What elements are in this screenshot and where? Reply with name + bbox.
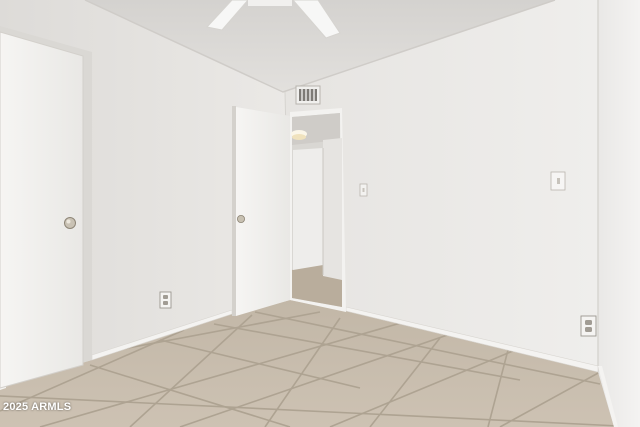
watermark-text: 2025 ARMLS [3,401,72,413]
door-knob-icon[interactable] [236,214,245,223]
closet-door[interactable] [0,26,92,389]
light-switch-icon[interactable] [550,171,566,191]
light-switch-icon[interactable] [359,183,368,197]
air-vent-icon [295,85,321,105]
wall-outlet-icon [580,315,597,337]
ceiling-light-icon [291,130,307,140]
right-wall [598,0,640,427]
bedroom-door-open[interactable] [232,106,290,316]
room-illustration [0,0,640,427]
hallway-far-door [293,148,323,270]
door-knob-icon[interactable] [64,217,76,229]
wall-outlet-icon [159,291,172,309]
empty-bedroom-photo: 2025 ARMLS [0,0,640,427]
hallway-doorway [290,108,346,312]
